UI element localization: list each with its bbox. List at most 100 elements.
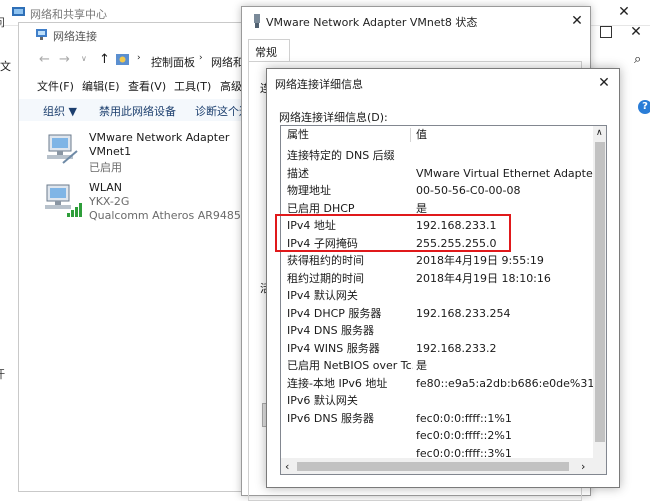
organize-button[interactable]: 组织 ▼: [43, 103, 77, 119]
menu-advanced[interactable]: 高级: [220, 78, 242, 94]
value-cell: 192.168.233.254: [416, 306, 511, 320]
adapter-subname: YKX-2G: [89, 195, 130, 208]
table-row[interactable]: IPv4 DNS 服务器: [281, 322, 593, 340]
up-arrow-icon[interactable]: ↑: [99, 52, 110, 67]
property-cell: IPv4 DHCP 服务器: [287, 306, 382, 320]
property-cell: 连接-本地 IPv6 地址: [287, 376, 388, 390]
menu-bar: 文件(F) 编辑(E) 查看(V) 工具(T) 高级: [19, 78, 249, 96]
column-divider: [410, 128, 411, 142]
adapter-status: 已启用: [89, 161, 122, 174]
chevron-down-icon[interactable]: ∨: [81, 54, 87, 63]
scroll-thumb[interactable]: [595, 142, 605, 442]
table-row[interactable]: 连接-本地 IPv6 地址 fe80::e9a5:a2db:b686:e0de%3…: [281, 375, 595, 393]
command-bar: 组织 ▼ 禁用此网络设备 诊断这个连: [19, 99, 250, 121]
table-row[interactable]: 物理地址 00-50-56-C0-00-08: [281, 182, 593, 200]
table-row[interactable]: IPv4 DHCP 服务器 192.168.233.254: [281, 305, 593, 323]
scroll-left-icon[interactable]: ‹: [285, 460, 289, 473]
adapter-status: Qualcomm Atheros AR9485 W...: [89, 209, 265, 222]
close-icon[interactable]: ✕: [568, 11, 586, 31]
help-icon[interactable]: ?: [638, 100, 650, 114]
value-cell: fe80::e9a5:a2db:b686:e0de%31: [416, 376, 595, 390]
adapter-subname: VMnet1: [89, 145, 132, 158]
window-titlebar: 网络连接: [19, 23, 249, 47]
network-details-dialog: 网络连接详细信息 ✕ 网络连接详细信息(D): 属性 值 连接特定的 DNS 后…: [266, 68, 620, 488]
left-edge-char: 汗: [0, 366, 5, 382]
adapter-name: VMware Network Adapter: [89, 131, 230, 144]
maximize-icon[interactable]: [600, 26, 612, 38]
list-header: 属性 值: [281, 126, 593, 144]
wlan-adapter-icon: [43, 183, 83, 222]
dialog-titlebar: VMware Network Adapter VMnet8 状态 ✕: [242, 7, 590, 35]
scroll-up-icon[interactable]: ∧: [596, 128, 603, 138]
highlight-box: [275, 214, 511, 252]
network-center-icon: [12, 6, 26, 18]
breadcrumb-separator-icon: ›: [199, 53, 203, 63]
tab-label: 常规: [255, 46, 277, 59]
close-icon[interactable]: ✕: [595, 73, 613, 93]
left-edge-char: 文: [0, 60, 11, 73]
property-cell: 获得租约的时间: [287, 254, 364, 267]
property-cell: 描述: [287, 166, 309, 180]
network-adapter-icon: [252, 14, 262, 31]
dialog-title: VMware Network Adapter VMnet8 状态: [266, 16, 478, 29]
property-cell: IPv6 默认网关: [287, 394, 358, 407]
value-cell: 2018年4月19日 18:10:16: [416, 271, 551, 285]
close-icon[interactable]: ✕: [626, 22, 646, 42]
address-bar: ← → ∨ ↑ › 控制面板 › 网络和: [19, 49, 249, 73]
menu-tools[interactable]: 工具(T): [174, 78, 211, 94]
value-cell: 00-50-56-C0-00-08: [416, 184, 521, 197]
adapter-item-wlan[interactable]: WLAN YKX-2G Qualcomm Atheros AR9485 W...: [39, 179, 265, 225]
property-cell: 物理地址: [287, 184, 331, 197]
breadcrumb-item[interactable]: 控制面板: [151, 54, 195, 70]
table-row[interactable]: 已启用 NetBIOS over Tc... 是: [281, 357, 593, 375]
close-icon[interactable]: ✕: [613, 2, 635, 22]
value-cell: VMware Virtual Ethernet Adapter for: [416, 166, 596, 180]
table-row[interactable]: fec0:0:0:ffff::2%1: [281, 427, 593, 445]
adapter-name: WLAN: [89, 181, 123, 194]
horizontal-scrollbar[interactable]: ‹ ›: [281, 458, 606, 474]
dialog-title: 网络连接详细信息: [275, 78, 363, 91]
vertical-scrollbar[interactable]: ∧: [593, 126, 606, 458]
property-cell: IPv4 WINS 服务器: [287, 341, 380, 355]
scroll-thumb[interactable]: [297, 462, 569, 471]
window-title: 网络连接: [53, 30, 97, 43]
property-cell: 已启用 NetBIOS over Tc...: [287, 359, 413, 372]
disable-device-button[interactable]: 禁用此网络设备: [99, 103, 176, 119]
menu-file[interactable]: 文件(F): [37, 78, 74, 94]
tab-general[interactable]: 常规: [248, 39, 290, 61]
breadcrumb-item[interactable]: 网络和: [211, 54, 244, 70]
window-title: 网络和共享中心: [30, 8, 107, 21]
menu-edit[interactable]: 编辑(E): [82, 78, 120, 94]
breadcrumb-separator-icon: ›: [137, 53, 141, 63]
table-row[interactable]: 租约过期的时间 2018年4月19日 18:10:16: [281, 270, 593, 288]
property-cell: IPv6 DNS 服务器: [287, 411, 375, 425]
table-row[interactable]: 连接特定的 DNS 后缀: [281, 147, 593, 165]
value-cell: fec0:0:0:ffff::2%1: [416, 429, 512, 442]
table-row[interactable]: IPv4 默认网关: [281, 287, 593, 305]
column-header-property[interactable]: 属性: [287, 126, 309, 144]
value-cell: 192.168.233.2: [416, 341, 497, 355]
property-cell: IPv4 默认网关: [287, 289, 358, 302]
network-adapter-icon: [43, 133, 83, 172]
table-row[interactable]: IPv6 DNS 服务器 fec0:0:0:ffff::1%1: [281, 410, 593, 428]
back-arrow-icon[interactable]: ←: [39, 52, 50, 67]
search-icon[interactable]: ⌕: [634, 52, 641, 67]
table-row[interactable]: 描述 VMware Virtual Ethernet Adapter for: [281, 165, 596, 183]
forward-arrow-icon[interactable]: →: [59, 52, 70, 67]
list-rows: 连接特定的 DNS 后缀 描述 VMware Virtual Ethernet Ad…: [281, 147, 596, 460]
table-row[interactable]: 获得租约的时间 2018年4月19日 9:55:19: [281, 252, 593, 270]
value-cell: fec0:0:0:ffff::1%1: [416, 411, 512, 425]
property-cell: 连接特定的 DNS 后缀: [287, 149, 395, 162]
scroll-right-icon[interactable]: ›: [581, 460, 585, 473]
details-label: 网络连接详细信息(D):: [279, 111, 388, 124]
table-row[interactable]: IPv6 默认网关: [281, 392, 593, 410]
table-row[interactable]: IPv4 WINS 服务器 192.168.233.2: [281, 340, 593, 358]
menu-view[interactable]: 查看(V): [128, 78, 166, 94]
value-cell: 是: [416, 359, 427, 372]
dialog-titlebar: 网络连接详细信息 ✕: [267, 69, 619, 97]
column-header-value[interactable]: 值: [416, 126, 427, 144]
details-list[interactable]: 属性 值 连接特定的 DNS 后缀 描述 VMware Virtual Ethern…: [280, 125, 607, 475]
adapter-item-vmnet1[interactable]: VMware Network Adapter VMnet1 已启用: [39, 129, 249, 175]
control-panel-icon: [116, 53, 130, 67]
network-connections-window: 网络连接 ← → ∨ ↑ › 控制面板 › 网络和 文件(F) 编辑(E) 查看…: [18, 22, 265, 492]
